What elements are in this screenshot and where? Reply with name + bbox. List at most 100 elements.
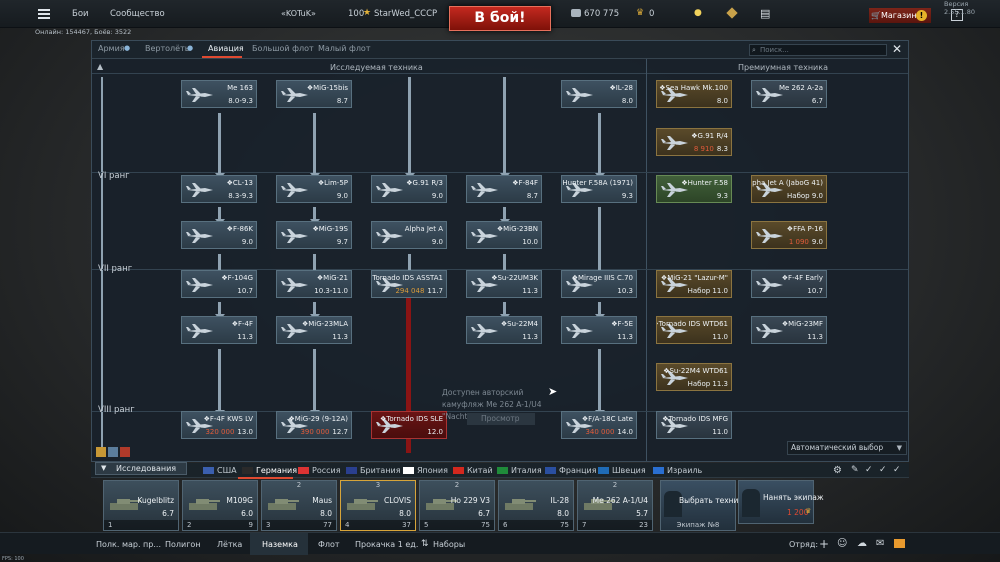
sort-icon[interactable]: ⇅	[421, 539, 429, 549]
vehicle-card[interactable]: ❖F-5E 11.3	[561, 316, 637, 344]
tab-helicopters[interactable]: Вертолёты	[145, 44, 191, 53]
nation-tab[interactable]: Швеция	[598, 466, 646, 475]
tab-small-fleet[interactable]: Малый флот	[318, 44, 370, 53]
close-icon[interactable]: ✕	[892, 42, 902, 56]
vehicle-card[interactable]: ❖F/A-18C Late 340 000 14.0	[561, 411, 637, 439]
vehicle-card[interactable]: Me 262 A-2a 6.7	[751, 80, 827, 108]
vehicle-card[interactable]: Alpha Jet A 9.0	[371, 221, 447, 249]
aircraft-icon	[186, 324, 213, 338]
chat-icon[interactable]: ✉	[876, 538, 884, 549]
player-nickname[interactable]: StarWed_CCCP	[374, 9, 437, 19]
nation-tab[interactable]: Италия	[497, 466, 542, 475]
vehicle-card[interactable]: ❖F-4F Early 10.7	[751, 270, 827, 298]
vehicle-card[interactable]: ❖Hunter F.58 9.3	[656, 175, 732, 203]
vehicle-card[interactable]: ❖MiG-23MLA 11.3	[276, 316, 352, 344]
presets-button[interactable]: Наборы	[433, 540, 465, 549]
vehicle-card[interactable]: ❖F-4F KWS LV 320 000 13.0	[181, 411, 257, 439]
menu-battles[interactable]: Бои	[72, 9, 89, 19]
nation-tab[interactable]: Япония	[403, 466, 448, 475]
nation-tab[interactable]: Франция	[545, 466, 597, 475]
vehicle-card[interactable]: ❖CL-13 8.3-9.3	[181, 175, 257, 203]
tab-aviation[interactable]: Авиация	[208, 44, 244, 53]
tech-tree[interactable]: ▲ Исследуемая техника Премиумная техника…	[92, 59, 908, 461]
vehicle-card[interactable]: ❖Su-22M4 WTD61 Набор 11.3	[656, 363, 732, 391]
vehicle-card[interactable]: ❖MiG-23MF 11.3	[751, 316, 827, 344]
preset-regiment[interactable]: Полк. мар. пр...	[96, 540, 161, 549]
coupon-icon[interactable]: ▤	[760, 7, 770, 20]
vehicle-card[interactable]: ❖Hunter F.58A (1971) 9.3	[561, 175, 637, 203]
preset-ground[interactable]: Наземка	[262, 540, 298, 549]
vehicle-card[interactable]: ❖Su-22M4 11.3	[466, 316, 542, 344]
aircraft-icon	[186, 278, 213, 292]
vehicle-card[interactable]: ❖Mirage IIIS C.70 10.3	[561, 270, 637, 298]
preset-polygon[interactable]: Полигон	[165, 540, 201, 549]
crew-slot[interactable]: 2 Maus 8.0 3 77	[261, 480, 337, 531]
vehicle-card[interactable]: ❖Sea Hawk Mk.100 8.0	[656, 80, 732, 108]
research-toggle[interactable]: ▼ Исследования	[95, 462, 187, 475]
nation-tab[interactable]: США	[203, 466, 237, 475]
preset-fleet[interactable]: Флот	[318, 540, 340, 549]
friends-icon[interactable]: ☺	[837, 538, 847, 549]
vehicle-card[interactable]: ❖Tornado IDS WTD61 11.0	[656, 316, 732, 344]
vehicle-card[interactable]: ❖MiG-21 10.3-11.0	[276, 270, 352, 298]
nation-tab[interactable]: Китай	[453, 466, 493, 475]
menu-community[interactable]: Сообщество	[110, 9, 165, 19]
vehicle-card[interactable]: ❖F-86K 9.0	[181, 221, 257, 249]
preset-letka[interactable]: Лётка	[217, 540, 242, 549]
crew-slot[interactable]: 2 Ho 229 V3 6.7 5 75	[419, 480, 495, 531]
mail-icon[interactable]	[894, 539, 905, 548]
vehicle-card[interactable]: ❖Tornado IDS ASSTA1 294 048 11.7	[371, 270, 447, 298]
gear-icon[interactable]: ⚙	[833, 465, 842, 476]
vehicle-card[interactable]: ❖MiG-15bis 8.7	[276, 80, 352, 108]
check-all-icon[interactable]: ✓	[879, 465, 887, 475]
search-input[interactable]: ⌕ Поиск...	[749, 44, 887, 56]
vehicle-card[interactable]: ❖IL-28 8.0	[561, 80, 637, 108]
add-squad-icon[interactable]: +	[819, 537, 829, 551]
menu-icon[interactable]	[38, 9, 50, 19]
vehicle-card[interactable]: ❖F-104G 10.7	[181, 270, 257, 298]
crew-slot[interactable]: M109G 6.0 2 9	[182, 480, 258, 531]
vehicle-card[interactable]: ❖F-4F 11.3	[181, 316, 257, 344]
nation-tab[interactable]: Британия	[346, 466, 401, 475]
vehicle-card[interactable]: ❖FFA P-16 1 090 9.0	[751, 221, 827, 249]
to-battle-button[interactable]: В бой!	[449, 6, 551, 31]
auto-select-dropdown[interactable]: Автоматический выбор ▼	[787, 441, 907, 455]
vehicle-card[interactable]: Alpha Jet A (JaboG 41) Набор 9.0	[751, 175, 827, 203]
nation-tab[interactable]: Россия	[298, 466, 341, 475]
vehicle-card[interactable]: ❖MiG-21 "Lazur-M" Набор 11.0	[656, 270, 732, 298]
tab-big-fleet[interactable]: Большой флот	[252, 44, 314, 53]
nation-tab[interactable]: Израиль	[653, 466, 702, 475]
vehicle-card[interactable]: ❖Tornado IDS SLE 12.0	[371, 411, 447, 439]
vehicle-card[interactable]: ❖MiG-29 (9-12A) 390 000 12.7	[276, 411, 352, 439]
vehicle-card[interactable]: Me 163 8.0-9.3	[181, 80, 257, 108]
wrench-icon[interactable]: ✎	[851, 465, 859, 475]
aircraft-icon	[280, 277, 310, 293]
check-icon[interactable]: ✓	[893, 465, 901, 475]
vehicle-card[interactable]: ❖Lim-5P 9.0	[276, 175, 352, 203]
vehicle-card[interactable]: ❖Tornado IDS MFG 11.0	[656, 411, 732, 439]
view-camo-button[interactable]: Просмотр	[467, 413, 535, 425]
vehicle-card[interactable]: ❖G.91 R/4 8 910 8.3	[656, 128, 732, 156]
vehicle-card[interactable]: ❖F-84F 8.7	[466, 175, 542, 203]
vehicle-card[interactable]: ❖MiG-19S 9.7	[276, 221, 352, 249]
crate-icon[interactable]	[726, 7, 738, 19]
lightbulb-icon[interactable]: ●	[694, 8, 702, 18]
choose-tech-slot[interactable]: Выбрать технику Экипаж №8	[660, 480, 747, 531]
nation-tab[interactable]: Германия	[242, 466, 297, 475]
preset-grind[interactable]: Прокачка 1 ед.	[355, 540, 418, 549]
crew-slot[interactable]: Kugelblitz 6.7 1	[103, 480, 179, 531]
crew-slot[interactable]: 2 Me 262 A-1/U4 5.7 7 23	[577, 480, 653, 531]
notification-badge[interactable]: !	[916, 10, 927, 21]
collapse-arrow-icon[interactable]: ▲	[97, 62, 103, 71]
vehicle-name: ❖G.91 R/4	[691, 132, 728, 140]
battle-rating: 9.0	[432, 238, 443, 246]
crew-slot[interactable]: IL-28 8.0 6 75	[498, 480, 574, 531]
hire-crew-slot[interactable]: Нанять экипаж 1 200 ♛	[738, 480, 824, 524]
vehicle-card[interactable]: ❖MiG-23BN 10.0	[466, 221, 542, 249]
vehicle-card[interactable]: ❖G.91 R/3 9.0	[371, 175, 447, 203]
tab-army[interactable]: Армия	[98, 44, 125, 53]
check-icon[interactable]: ✓	[865, 465, 873, 475]
crew-slot[interactable]: 3 CLOVIS 8.0 4 37	[340, 480, 416, 531]
vehicle-card[interactable]: ❖Su-22UM3K 11.3	[466, 270, 542, 298]
contacts-icon[interactable]: ☁	[857, 538, 867, 549]
